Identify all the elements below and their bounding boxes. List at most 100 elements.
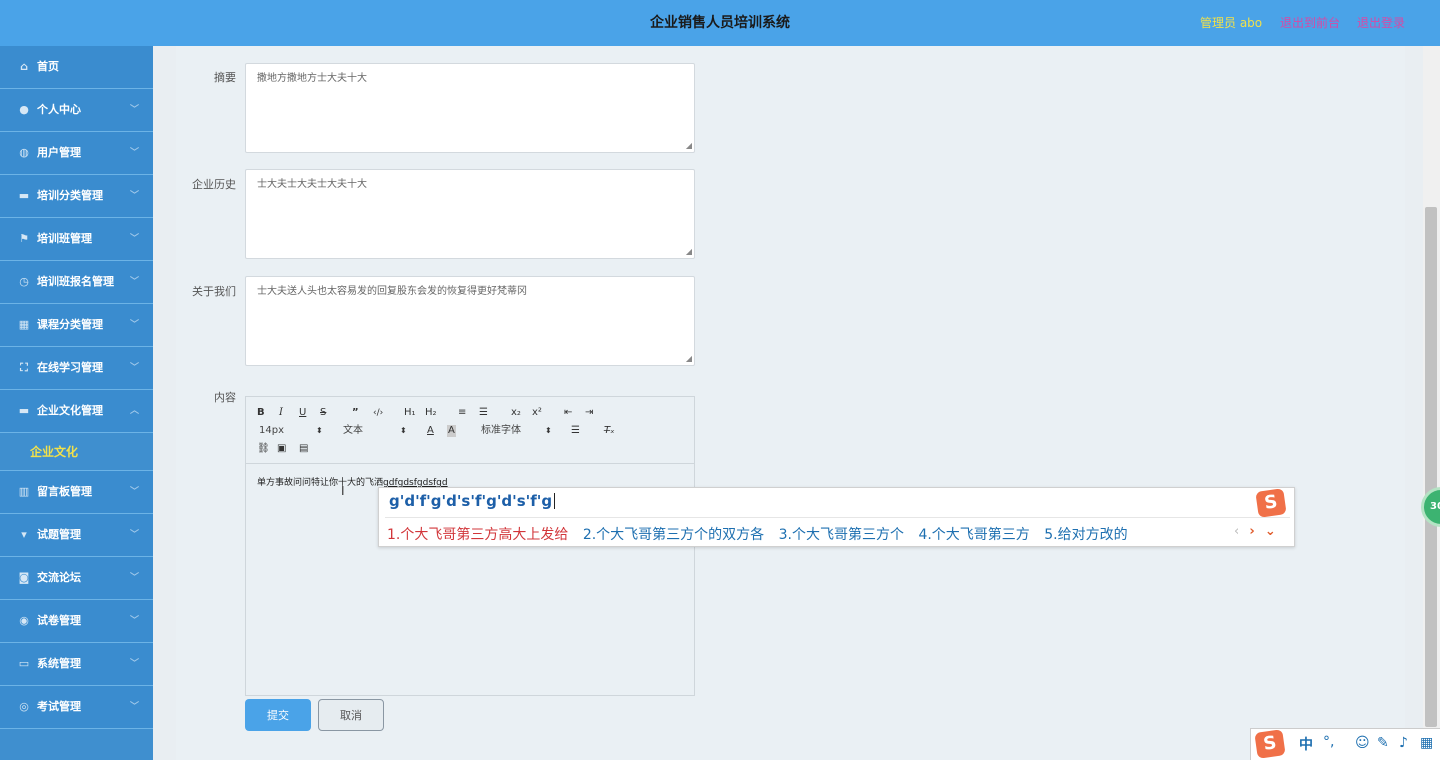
scrollbar-thumb[interactable] xyxy=(1425,207,1437,727)
sidebar-item-users[interactable]: ◍ 用户管理 ﹀ xyxy=(0,132,153,175)
chevron-right-icon[interactable]: › xyxy=(1249,524,1254,539)
sidebar-item-forum[interactable]: ◙ 交流论坛 ﹀ xyxy=(0,557,153,600)
chevron-left-icon[interactable]: ‹ xyxy=(1234,524,1239,539)
underline-icon[interactable]: U xyxy=(299,407,306,419)
subscript-icon[interactable]: x₂ xyxy=(511,407,521,419)
home-icon: ⌂ xyxy=(20,60,28,73)
grid-menu-icon[interactable]: ▦ xyxy=(1420,735,1433,751)
chevron-down-icon: ﹀ xyxy=(129,148,139,158)
briefcase-icon: ▬ xyxy=(18,404,30,417)
sidebar-item-exams[interactable]: ◎ 考试管理 ﹀ xyxy=(0,686,153,729)
sogou-logo-icon[interactable]: S xyxy=(1254,729,1286,759)
ime-nav: ‹ › ⌄ xyxy=(1234,524,1276,539)
sidebar-item-class-signup[interactable]: ◷ 培训班报名管理 ﹀ xyxy=(0,261,153,304)
sidebar-item-label: 培训班报名管理 xyxy=(37,275,114,288)
sidebar-item-label: 留言板管理 xyxy=(37,485,92,498)
smiley-icon[interactable]: ☺ xyxy=(1355,735,1370,751)
strike-icon[interactable]: S xyxy=(320,407,326,419)
editor-toolbar: B I U S ” ‹/› H₁ H₂ ≡ ☰ x₂ x² ⇤ ⇥ 14px ⬍… xyxy=(246,397,694,464)
sidebar: ⌂ 首页 ● 个人中心 ﹀ ◍ 用户管理 ﹀ ▬ 培训分类管理 ﹀ ⚑ 培训班管… xyxy=(0,46,153,760)
quote-icon[interactable]: ” xyxy=(352,407,359,419)
indent-icon[interactable]: ⇥ xyxy=(585,407,593,419)
ime-language-toggle[interactable]: 中 xyxy=(1299,734,1313,754)
monitor-icon: ▭ xyxy=(18,657,30,670)
chevron-down-icon: ﹀ xyxy=(129,234,139,244)
italic-icon[interactable]: I xyxy=(279,407,283,419)
ordered-list-icon[interactable]: ≡ xyxy=(458,407,466,419)
sidebar-item-training-class[interactable]: ⚑ 培训班管理 ﹀ xyxy=(0,218,153,261)
exit-to-front-link[interactable]: 退出到前台 xyxy=(1280,0,1340,46)
sidebar-item-culture[interactable]: ▬ 企业文化管理 ︿ xyxy=(0,390,153,433)
code-icon[interactable]: ‹/› xyxy=(373,407,383,419)
video-icon[interactable]: ▤ xyxy=(299,443,308,455)
sidebar-subitem-culture[interactable]: 企业文化 xyxy=(0,433,153,471)
sidebar-item-online-learning[interactable]: ⛶ 在线学习管理 ﹀ xyxy=(0,347,153,390)
ime-candidate[interactable]: 5.给对方改的 xyxy=(1044,524,1127,544)
sidebar-item-course-category[interactable]: ▦ 课程分类管理 ﹀ xyxy=(0,304,153,347)
bullet-list-icon[interactable]: ☰ xyxy=(479,407,488,419)
font-color-icon[interactable]: A xyxy=(427,425,434,437)
pen-icon[interactable]: ✎ xyxy=(1377,735,1389,751)
microphone-icon[interactable]: ♪ xyxy=(1399,735,1408,751)
link-icon[interactable]: ⛓ xyxy=(257,443,270,455)
format-select[interactable]: 文本 xyxy=(343,425,363,437)
sidebar-item-label: 培训班管理 xyxy=(37,232,92,245)
submit-button[interactable]: 提交 xyxy=(245,699,311,731)
font-size-select[interactable]: 14px xyxy=(259,425,284,437)
ime-punct-toggle[interactable]: °, xyxy=(1323,734,1334,750)
resize-handle-icon[interactable]: ◢ xyxy=(686,142,692,150)
resize-handle-icon[interactable]: ◢ xyxy=(686,248,692,256)
ime-candidate[interactable]: 1.个大飞哥第三方高大上发给 xyxy=(387,524,568,544)
font-family-select[interactable]: 标准字体 xyxy=(481,425,521,437)
chevron-down-icon: ﹀ xyxy=(129,616,139,626)
about-textarea[interactable]: 士大夫送人头也太容易发的回复股东会发的恢复得更好梵蒂冈 ◢ xyxy=(245,276,695,366)
user-icon: ● xyxy=(19,103,29,116)
chevron-down-icon: ﹀ xyxy=(129,105,139,115)
bold-icon[interactable]: B xyxy=(257,407,265,419)
clock-icon: ◷ xyxy=(19,275,29,288)
sidebar-item-label: 考试管理 xyxy=(37,700,81,713)
superscript-icon[interactable]: x² xyxy=(532,407,542,419)
h2-icon[interactable]: H₂ xyxy=(425,407,437,419)
image-icon[interactable]: ▣ xyxy=(277,443,286,455)
sidebar-item-papers[interactable]: ◉ 试卷管理 ﹀ xyxy=(0,600,153,643)
sidebar-item-label: 企业文化管理 xyxy=(37,404,103,417)
chevron-down-icon: ﹀ xyxy=(129,530,139,540)
cancel-button[interactable]: 取消 xyxy=(318,699,384,731)
sidebar-item-questions[interactable]: ▾ 试题管理 ﹀ xyxy=(0,514,153,557)
sidebar-item-message-board[interactable]: ▥ 留言板管理 ﹀ xyxy=(0,471,153,514)
sidebar-item-label: 首页 xyxy=(37,60,59,73)
ime-candidate[interactable]: 4.个大飞哥第三方 xyxy=(918,524,1029,544)
sidebar-item-label: 在线学习管理 xyxy=(37,361,103,374)
clear-format-icon[interactable]: T̶ₓ xyxy=(604,425,615,437)
summary-value: 撒地方撒地方士大夫十大 xyxy=(257,73,367,84)
chevron-down-icon: ﹀ xyxy=(129,573,139,583)
grid-icon: ▦ xyxy=(18,318,30,331)
sidebar-subitem-label: 企业文化 xyxy=(30,445,79,459)
chevron-up-icon: ︿ xyxy=(129,406,139,416)
resize-handle-icon[interactable]: ◢ xyxy=(686,355,692,363)
outdent-icon[interactable]: ⇤ xyxy=(564,407,572,419)
ime-candidate[interactable]: 3.个大飞哥第三方个 xyxy=(779,524,904,544)
text-cursor-icon: I xyxy=(341,484,345,498)
align-icon[interactable]: ☰ xyxy=(571,425,580,437)
sidebar-item-label: 试卷管理 xyxy=(37,614,81,627)
chevron-updown-icon: ⬍ xyxy=(545,426,552,435)
background-color-icon[interactable]: A xyxy=(447,425,456,437)
logout-link[interactable]: 退出登录 xyxy=(1357,0,1405,46)
sidebar-item-home[interactable]: ⌂ 首页 xyxy=(0,46,153,89)
sidebar-item-profile[interactable]: ● 个人中心 ﹀ xyxy=(0,89,153,132)
ime-candidate[interactable]: 2.个大飞哥第三方个的双方各 xyxy=(583,524,764,544)
sidebar-item-training-category[interactable]: ▬ 培训分类管理 ﹀ xyxy=(0,175,153,218)
h1-icon[interactable]: H₁ xyxy=(404,407,416,419)
summary-textarea[interactable]: 撒地方撒地方士大夫十大 ◢ xyxy=(245,63,695,153)
frame-icon: ⛶ xyxy=(20,361,28,374)
chevron-down-icon[interactable]: ⌄ xyxy=(1265,524,1276,539)
sogou-logo-icon: S xyxy=(1255,488,1287,518)
sidebar-item-system[interactable]: ▭ 系统管理 ﹀ xyxy=(0,643,153,686)
car-icon: ◙ xyxy=(18,571,30,584)
bar-chart-icon: ▥ xyxy=(18,485,30,498)
history-textarea[interactable]: 士大夫士大夫士大夫十大 ◢ xyxy=(245,169,695,259)
bulb-icon: ◉ xyxy=(19,614,29,627)
sidebar-item-label: 个人中心 xyxy=(37,103,81,116)
